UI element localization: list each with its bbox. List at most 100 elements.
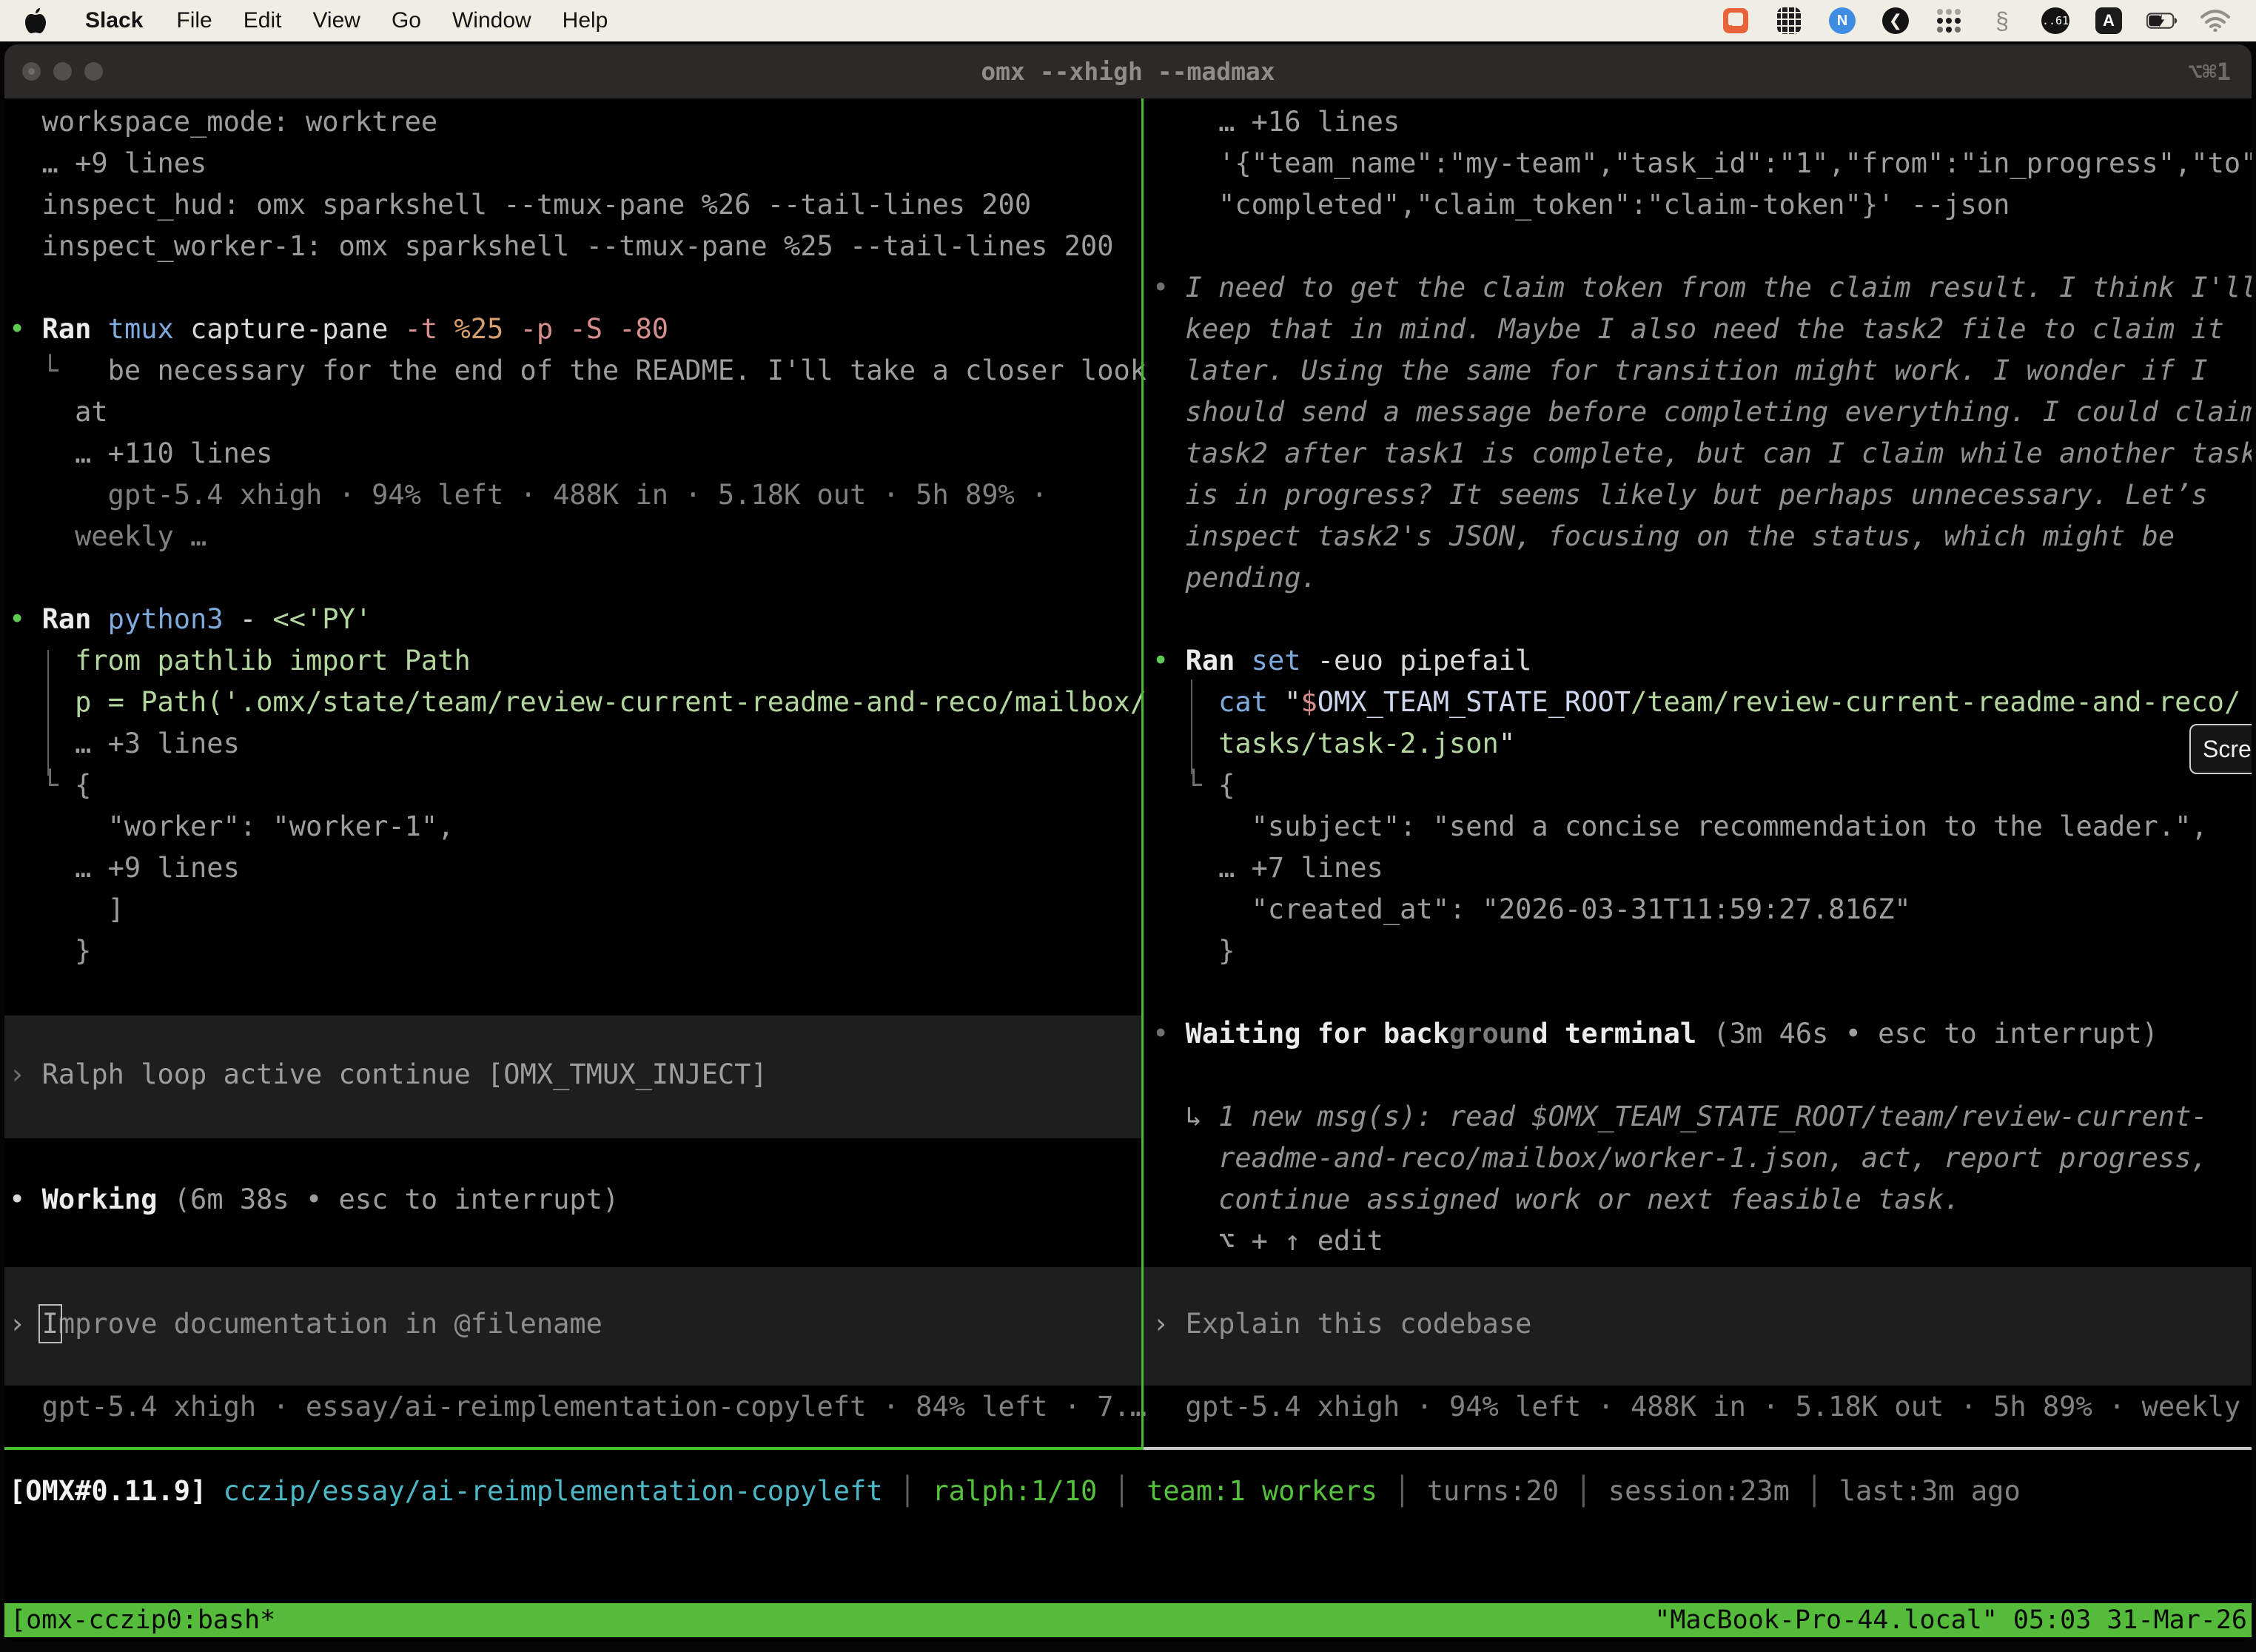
terminal-text-segment: … +3 lines	[9, 728, 240, 759]
terminal-text-segment: … +110 lines	[9, 437, 272, 469]
terminal-text-segment: … +9 lines	[9, 852, 240, 884]
squiggle-icon[interactable]: §	[1987, 5, 2018, 36]
terminal-line: └ be necessary for the end of the README…	[9, 350, 1147, 392]
pane-divider-horizontal-active[interactable]	[4, 1447, 1144, 1450]
terminal-text-segment: OMX_TEAM_STATE_ROOT	[1317, 686, 1631, 718]
terminal-text-segment: cczip/essay/ai-reimplementation-copyleft	[224, 1475, 899, 1507]
terminal-text-segment: %25	[454, 313, 520, 345]
terminal-text-segment: "subject": "send a concise recommendatio…	[1152, 810, 2208, 842]
dots-grid-icon[interactable]	[1933, 5, 1964, 36]
apple-icon[interactable]	[21, 6, 50, 36]
terminal-line: workspace_mode: worktree	[9, 101, 437, 143]
terminal-text-segment: /team/review-current-readme-and-reco/	[1631, 686, 2240, 718]
terminal-text-segment: groun	[1449, 1018, 1531, 1050]
menu-item-app[interactable]: Slack	[70, 8, 161, 33]
terminal-text-segment: task2 after task1 is complete, but can I…	[1152, 437, 2252, 469]
count-badge-icon[interactable]: ..61	[2040, 5, 2071, 36]
terminal-text-segment: at	[9, 396, 108, 428]
terminal-text-segment: -p -S -80	[520, 313, 668, 345]
terminal-line: gpt-5.4 xhigh · essay/ai-reimplementatio…	[9, 1386, 1147, 1428]
terminal-text-segment: set	[1252, 645, 1317, 676]
terminal-text-segment: turns:20	[1427, 1475, 1575, 1507]
terminal-text-segment: [OMX#0.11.9]	[9, 1475, 224, 1507]
terminal-text-segment: ]	[9, 893, 124, 925]
menu-item-edit[interactable]: Edit	[228, 8, 298, 33]
terminal-text-segment: ralph:1/10	[932, 1475, 1113, 1507]
tmux-session-label[interactable]: [omx-cczip0:bash*	[4, 1605, 275, 1635]
terminal-line: later. Using the same for transition mig…	[1152, 350, 2208, 392]
blue-badge-glyph: N	[1829, 7, 1856, 34]
battery-icon[interactable]	[2146, 5, 2178, 36]
tool-call-connector	[1191, 679, 1192, 774]
terminal-line: tasks/task-2.json"	[1152, 723, 1515, 765]
menu-item-file[interactable]: File	[161, 8, 227, 33]
terminal-text-segment: │	[1575, 1475, 1608, 1507]
window-title-bar[interactable]: omx --xhigh --madmax ⌥⌘1	[4, 44, 2252, 98]
terminal-line: "subject": "send a concise recommendatio…	[1152, 806, 2208, 847]
terminal-text-segment: I need to get the claim token from the c…	[1186, 272, 2252, 303]
terminal-text-segment: keep that in mind. Maybe I also need the…	[1152, 313, 2224, 345]
terminal-text-segment: … +9 lines	[9, 147, 207, 179]
terminal-text-segment: ›	[1152, 1308, 1186, 1340]
terminal-text-segment: <<'PY'	[272, 603, 372, 635]
screen-tooltip: Scre	[2189, 724, 2252, 774]
menu-bar-left: Slack File Edit View Go Window Help	[0, 6, 623, 36]
terminal-text-segment: Ran	[42, 603, 108, 635]
apple-logo-svg	[24, 7, 47, 34]
zoom-button[interactable]	[84, 62, 103, 81]
tool-call-connector	[47, 650, 49, 776]
menu-bar: Slack File Edit View Go Window Help N ❮ …	[0, 0, 2256, 41]
terminal-text-segment: -t	[405, 313, 454, 345]
terminal-text-segment: ›	[9, 1308, 42, 1340]
terminal-text-segment: gpt-5.4 xhigh · essay/ai-reimplementatio…	[9, 1391, 1147, 1423]
terminal-line: ↳ 1 new msg(s): read $OMX_TEAM_STATE_ROO…	[1152, 1096, 2208, 1138]
terminal-line: └ {	[1152, 765, 1235, 806]
terminal-line: readme-and-reco/mailbox/worker-1.json, a…	[1152, 1138, 2208, 1179]
terminal-text-segment: continue assigned work or next feasible …	[1152, 1183, 1961, 1215]
pane-divider-vertical[interactable]	[1141, 98, 1144, 1448]
terminal-text-segment: … +16 lines	[1152, 106, 1400, 138]
menu-item-help[interactable]: Help	[547, 8, 624, 33]
input-source-icon[interactable]: A	[2093, 5, 2124, 36]
terminal-text-segment: "	[1499, 728, 1515, 759]
menu-item-view[interactable]: View	[297, 8, 375, 33]
screen-record-icon[interactable]	[1720, 5, 1751, 36]
pane-divider-horizontal[interactable]	[1144, 1447, 2252, 1450]
terminal-text-segment: ↳	[1152, 1101, 1218, 1132]
terminal-text-segment: "worker": "worker-1",	[9, 810, 454, 842]
blue-badge-icon[interactable]: N	[1827, 5, 1858, 36]
grid-shield-icon[interactable]	[1773, 5, 1805, 36]
wifi-icon[interactable]	[2200, 5, 2231, 36]
terminal-text-segment: ⌥ + ↑ edit	[1152, 1225, 1383, 1257]
menu-bar-status-icons: N ❮ § ..61 A	[1720, 5, 2256, 36]
terminal-text-segment: is in progress? It seems likely but perh…	[1152, 479, 2208, 511]
close-button[interactable]	[22, 62, 41, 81]
terminal-text-segment: I	[42, 1308, 58, 1340]
terminal-line: … +16 lines	[1152, 101, 1400, 143]
terminal-line: … +3 lines	[9, 723, 240, 765]
menu-item-go[interactable]: Go	[376, 8, 437, 33]
terminal-text-segment: last:3m ago	[1839, 1475, 2021, 1507]
terminal-text-segment: $	[1301, 686, 1317, 718]
terminal-line: is in progress? It seems likely but perh…	[1152, 474, 2208, 516]
minimize-button[interactable]	[53, 62, 72, 81]
terminal-line: task2 after task1 is complete, but can I…	[1152, 433, 2252, 474]
terminal-text-segment: Ran	[1186, 645, 1252, 676]
pie-arrow-icon[interactable]: ❮	[1880, 5, 1911, 36]
terminal-text-segment: gpt-5.4 xhigh · 94% left · 488K in · 5.1…	[1152, 1391, 2252, 1423]
terminal-text-segment	[1152, 728, 1218, 759]
count-badge-label: ..61	[2041, 7, 2069, 34]
screen-tooltip-label: Scre	[2203, 736, 2252, 763]
terminal-text-segment: │	[1114, 1475, 1147, 1507]
terminal-text-segment: •	[1152, 645, 1186, 676]
menu-item-window[interactable]: Window	[437, 8, 547, 33]
window-title: omx --xhigh --madmax	[4, 44, 2252, 98]
terminal-line: … +7 lines	[1152, 847, 1383, 889]
terminal-line: • Ran python3 - <<'PY'	[9, 599, 372, 640]
terminal-line: gpt-5.4 xhigh · 94% left · 488K in · 5.1…	[1152, 1386, 2252, 1428]
pie-arrow-glyph: ❮	[1882, 7, 1909, 34]
terminal-line: [OMX#0.11.9] cczip/essay/ai-reimplementa…	[9, 1471, 2021, 1512]
terminal-line: … +9 lines	[9, 847, 240, 889]
terminal-line: gpt-5.4 xhigh · 94% left · 488K in · 5.1…	[9, 474, 1047, 516]
terminal-line: inspect_worker-1: omx sparkshell --tmux-…	[9, 226, 1113, 267]
